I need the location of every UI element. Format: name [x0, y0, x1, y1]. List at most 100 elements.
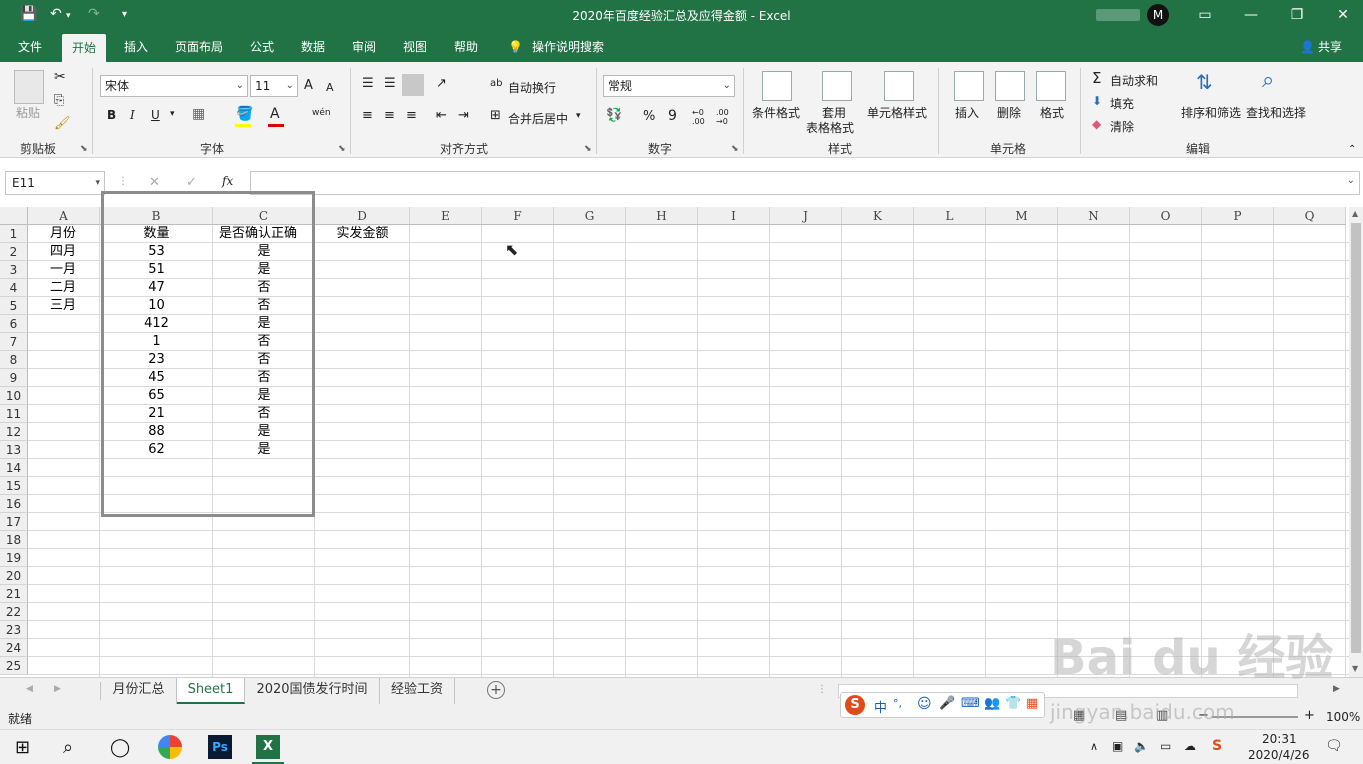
tray-app-icon[interactable]: ▣: [1112, 739, 1123, 753]
font-name-combo[interactable]: 宋体 ⌄: [100, 75, 248, 97]
font-color-button[interactable]: A: [270, 106, 280, 122]
sogou-logo-icon[interactable]: S: [845, 695, 865, 715]
format-cells-icon[interactable]: [1036, 71, 1066, 101]
vertical-scrollbar[interactable]: ▲ ▼: [1349, 207, 1363, 677]
format-table-icon[interactable]: [822, 71, 852, 101]
cell-styles-icon[interactable]: [884, 71, 914, 101]
column-header-n[interactable]: N: [1058, 207, 1130, 225]
scroll-right-icon[interactable]: ▶: [1333, 684, 1340, 694]
merge-dropdown-icon[interactable]: ▾: [576, 111, 581, 121]
close-icon[interactable]: ✕: [1328, 4, 1358, 26]
taskbar-time[interactable]: 20:31: [1262, 732, 1297, 746]
row-header[interactable]: 9: [0, 369, 28, 387]
row-header[interactable]: 19: [0, 549, 28, 567]
row-header[interactable]: 14: [0, 459, 28, 477]
column-header-k[interactable]: K: [842, 207, 914, 225]
align-left-icon[interactable]: ≡: [362, 108, 373, 123]
onedrive-icon[interactable]: ☁: [1184, 739, 1196, 753]
enter-icon[interactable]: ✓: [186, 175, 197, 190]
toolbox-icon[interactable]: ▦: [1026, 696, 1038, 711]
tab-help[interactable]: 帮助: [454, 32, 478, 62]
font-launcher-icon[interactable]: ⬊: [338, 144, 346, 154]
sort-filter-icon[interactable]: ⇅: [1196, 70, 1213, 94]
share-button[interactable]: 共享: [1318, 32, 1342, 62]
ribbon-display-icon[interactable]: ▭: [1190, 4, 1220, 26]
bold-button[interactable]: B: [107, 108, 116, 122]
underline-dropdown-icon[interactable]: ▾: [170, 109, 175, 119]
row-header[interactable]: 6: [0, 315, 28, 333]
align-center-icon[interactable]: ≡: [384, 108, 395, 123]
conditional-format-icon[interactable]: [762, 71, 792, 101]
notifications-icon[interactable]: 🗨: [1325, 738, 1343, 754]
row-header[interactable]: 4: [0, 279, 28, 297]
row-header[interactable]: 5: [0, 297, 28, 315]
cell-styles-button[interactable]: 单元格样式: [867, 104, 927, 121]
format-painter-icon[interactable]: 🖌: [54, 116, 71, 131]
ime-toolbar[interactable]: S 中 °, ☺ 🎤 ⌨ 👥 👕 ▦: [840, 692, 1045, 718]
row-header[interactable]: 17: [0, 513, 28, 531]
shrink-font-button[interactable]: A: [326, 81, 334, 94]
tab-view[interactable]: 视图: [403, 32, 427, 62]
scroll-down-icon[interactable]: ▼: [1352, 664, 1358, 673]
sort-filter-button[interactable]: 排序和筛选: [1181, 104, 1241, 121]
select-all-corner[interactable]: [0, 207, 28, 225]
volume-icon[interactable]: 🔈: [1134, 739, 1149, 753]
row-header[interactable]: 1: [0, 225, 28, 243]
cell-month[interactable]: 一月: [30, 261, 98, 279]
restore-icon[interactable]: ❐: [1282, 4, 1312, 26]
tray-expand-icon[interactable]: ∧: [1090, 740, 1098, 753]
battery-icon[interactable]: ▭: [1160, 739, 1171, 753]
next-sheet-icon[interactable]: ▶: [54, 684, 61, 694]
tab-page-layout[interactable]: 页面布局: [175, 32, 223, 62]
column-header-a[interactable]: A: [28, 207, 100, 225]
row-header[interactable]: 22: [0, 603, 28, 621]
column-header-q[interactable]: Q: [1274, 207, 1346, 225]
scroll-up-icon[interactable]: ▲: [1352, 209, 1358, 218]
column-header-e[interactable]: E: [410, 207, 482, 225]
copy-icon[interactable]: ⎘: [54, 93, 64, 108]
skin-icon[interactable]: 👕: [1005, 696, 1021, 711]
tab-insert[interactable]: 插入: [124, 32, 148, 62]
column-header-p[interactable]: P: [1202, 207, 1274, 225]
row-header[interactable]: 16: [0, 495, 28, 513]
align-top-icon[interactable]: ☰: [362, 76, 374, 91]
sheet-tab-summary[interactable]: 月份汇总: [101, 678, 177, 704]
column-header-d[interactable]: D: [315, 207, 410, 225]
percent-button[interactable]: %: [643, 109, 655, 124]
zoom-level[interactable]: 100%: [1326, 710, 1360, 724]
ime-lang-label[interactable]: 中: [874, 697, 887, 716]
row-header[interactable]: 2: [0, 243, 28, 261]
tell-me-search[interactable]: 操作说明搜索: [532, 32, 604, 62]
borders-icon[interactable]: ▦: [192, 106, 205, 122]
sheet-tab-sheet1[interactable]: Sheet1: [177, 678, 245, 704]
underline-button[interactable]: U: [151, 108, 160, 122]
insert-cells-button[interactable]: 插入: [955, 104, 979, 121]
row-header[interactable]: 13: [0, 441, 28, 459]
tab-file[interactable]: 文件: [18, 32, 42, 62]
taskbar-search-icon[interactable]: ⌕: [63, 737, 73, 758]
increase-indent-icon[interactable]: ⇥: [458, 108, 469, 123]
grow-font-button[interactable]: A: [304, 78, 313, 93]
column-header-h[interactable]: H: [626, 207, 698, 225]
align-right-icon[interactable]: ≡: [406, 108, 417, 123]
column-header-l[interactable]: L: [914, 207, 986, 225]
phonetic-button[interactable]: wén: [312, 108, 331, 118]
cell-month[interactable]: 三月: [30, 297, 98, 315]
avatar[interactable]: M: [1147, 4, 1169, 26]
name-box[interactable]: E11 ▾: [5, 171, 105, 195]
paste-button[interactable]: 粘贴: [16, 104, 40, 121]
windows-start-icon[interactable]: ⊞: [15, 737, 30, 758]
row-header[interactable]: 12: [0, 423, 28, 441]
excel-app-icon[interactable]: X: [256, 735, 280, 759]
clear-icon[interactable]: ◆: [1092, 117, 1101, 131]
insert-cells-icon[interactable]: [954, 71, 984, 101]
sheet-tab-bonds[interactable]: 2020国债发行时间: [245, 678, 380, 704]
taskbar-date[interactable]: 2020/4/26: [1248, 748, 1310, 762]
find-select-icon[interactable]: ⌕: [1262, 68, 1274, 93]
align-bottom-button[interactable]: [402, 74, 424, 96]
cut-icon[interactable]: ✂: [54, 69, 66, 85]
prev-sheet-icon[interactable]: ◀: [26, 684, 33, 694]
cell-header[interactable]: 实发金额: [317, 225, 408, 243]
fill-button[interactable]: 填充: [1110, 95, 1134, 112]
find-select-button[interactable]: 查找和选择: [1246, 104, 1306, 121]
